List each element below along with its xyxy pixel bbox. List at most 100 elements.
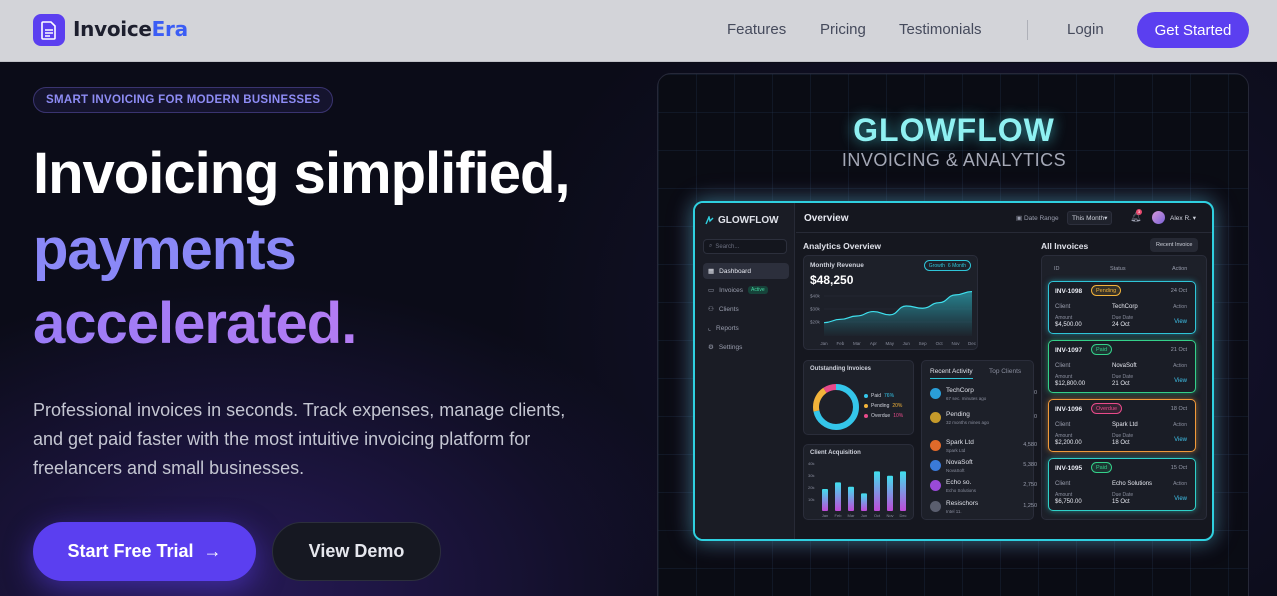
- activity-value: 0: [1033, 414, 1037, 420]
- table-header-status: Status: [1110, 266, 1126, 272]
- invoice-id: INV-1096: [1055, 406, 1083, 413]
- activity-row[interactable]: TechCorp 67 sec. minutes ago 0: [930, 387, 1037, 405]
- x-tick-label: Jan: [820, 341, 828, 346]
- nav-link-testimonials[interactable]: Testimonials: [899, 21, 982, 38]
- start-free-trial-button[interactable]: Start Free Trial →: [33, 522, 256, 581]
- invoice-date: 21 Oct: [1170, 347, 1187, 353]
- user-menu[interactable]: Alex R. ▾: [1170, 214, 1196, 222]
- activity-name: Pending: [946, 411, 970, 418]
- search-icon: ⌕: [709, 243, 713, 249]
- x-tick-label: Jun: [903, 341, 911, 346]
- dashboard-topbar: Overview ▣ Date Range This Month ▾ 🔔︎ 3 Al…: [796, 203, 1212, 233]
- y-tick-label: $20k: [810, 320, 821, 325]
- hero-section: SMART INVOICING FOR MODERN BUSINESSES In…: [0, 63, 1277, 596]
- activity-row[interactable]: Resischors Intel 11. 1,250: [930, 500, 1037, 518]
- tab-top-clients[interactable]: Top Clients: [989, 368, 1021, 375]
- y-tick-label: 20k: [808, 485, 814, 490]
- grid-icon: ▦: [708, 268, 715, 275]
- activity-row[interactable]: NovaSoft NovaSoft 5,380: [930, 459, 1037, 477]
- x-tick-label: May: [886, 341, 895, 346]
- action-label: Action: [1173, 363, 1187, 369]
- analytics-title: Analytics Overview: [803, 241, 881, 251]
- user-name: Alex R.: [1170, 215, 1191, 222]
- invoice-card[interactable]: INV-1096 Overdue 18 Oct Client Spark Ltd Amou…: [1048, 399, 1196, 452]
- login-link[interactable]: Login: [1067, 21, 1104, 38]
- nav-link-features[interactable]: Features: [727, 21, 786, 38]
- activity-row[interactable]: Pending 32 months mines ago 0: [930, 411, 1037, 429]
- sidebar-item-dashboard[interactable]: ▦ Dashboard: [703, 263, 789, 279]
- chevron-down-icon: ▾: [1104, 215, 1108, 222]
- client-name: Echo Solutions: [1112, 481, 1153, 487]
- activity-row[interactable]: Echo so. Echo Solutions 2,750: [930, 479, 1037, 497]
- sidebar-item-label: Invoices: [719, 286, 744, 294]
- users-icon: ⚇: [708, 306, 714, 313]
- invoice-card[interactable]: INV-1097 Paid 21 Oct Client NovaSoft Amount $1…: [1048, 340, 1196, 393]
- recent-invoice-button[interactable]: Recent Invoice: [1150, 238, 1199, 252]
- invoice-date: 18 Oct: [1170, 406, 1187, 412]
- client-acquisition-card: Client Acquisition 40k 30k 20k 10k Jan Feb Mar…: [803, 444, 914, 520]
- sidebar-item-invoices[interactable]: ▭ Invoices Active: [703, 282, 789, 298]
- view-link[interactable]: View: [1174, 319, 1187, 325]
- x-tick-label: Oct: [874, 513, 881, 518]
- donut-legend: Paid 76% Pending 20% Overdue 10%: [864, 391, 903, 421]
- table-header-id: ID: [1054, 266, 1060, 272]
- sidebar-item-settings[interactable]: ⚙ Settings: [703, 339, 789, 355]
- sidebar-item-clients[interactable]: ⚇ Clients: [703, 301, 789, 317]
- activity-name: NovaSoft: [946, 459, 973, 466]
- view-link[interactable]: View: [1174, 378, 1187, 384]
- hero-description: Professional invoices in seconds. Track …: [33, 400, 566, 478]
- activity-row[interactable]: Spark Ltd Spark Ltd 4,580: [930, 439, 1037, 457]
- legend-dot: [864, 404, 868, 408]
- nav-divider: [1027, 20, 1028, 40]
- acquisition-bar: [900, 471, 906, 511]
- action-label: Action: [1173, 304, 1187, 310]
- legend-item: Pending 20%: [864, 401, 903, 411]
- activity-subtitle: 32 months mines ago: [946, 420, 990, 425]
- activity-icon: [930, 501, 941, 512]
- x-tick-label: Jun: [861, 513, 867, 518]
- invoice-logo-icon[interactable]: [33, 14, 65, 46]
- dashboard-page-title: Overview: [804, 213, 849, 224]
- avatar[interactable]: [1152, 211, 1165, 224]
- client-label: Client: [1055, 363, 1071, 369]
- table-header-action: Action: [1172, 266, 1188, 272]
- due-date-value: 18 Oct: [1112, 440, 1130, 446]
- date-range-select[interactable]: This Month ▾: [1067, 211, 1113, 225]
- y-tick-label: 10k: [808, 497, 814, 502]
- all-invoices-panel: ID Status Action INV-1098 Pending 24 Oct Cl…: [1041, 255, 1207, 520]
- view-link[interactable]: View: [1174, 437, 1187, 443]
- invoice-date: 15 Oct: [1170, 465, 1187, 471]
- nav-link-pricing[interactable]: Pricing: [820, 21, 866, 38]
- y-tick-label: $30k: [810, 307, 821, 312]
- chevron-down-icon: ▾: [1192, 215, 1197, 222]
- view-demo-button[interactable]: View Demo: [272, 522, 441, 581]
- amount-label: Amount: [1055, 433, 1073, 439]
- legend-label: Paid: [871, 393, 882, 399]
- tab-recent-activity[interactable]: Recent Activity: [930, 368, 973, 379]
- monthly-revenue-card: Monthly Revenue $48,250 Growth 6 Month $4…: [803, 255, 978, 350]
- invoice-card[interactable]: INV-1095 Paid 15 Oct Client Echo Solutions Am…: [1048, 458, 1196, 511]
- status-badge: Paid: [1091, 462, 1113, 473]
- dashboard-mockup: GLOWFLOW ⌕ Search... ▦ Dashboard ▭ Invoices…: [693, 201, 1214, 541]
- activity-icon: [930, 388, 941, 399]
- get-started-button[interactable]: Get Started: [1137, 12, 1249, 48]
- legend-dot: [864, 414, 868, 418]
- sidebar-item-reports[interactable]: ⌞ Reports: [703, 320, 789, 336]
- invoice-card[interactable]: INV-1098 Pending 24 Oct Client TechCorp Amoun…: [1048, 281, 1196, 334]
- acquisition-bar: [848, 486, 854, 511]
- x-tick-label: Apr: [870, 341, 878, 346]
- legend-label: Pending: [871, 403, 890, 409]
- dashboard-search-input[interactable]: ⌕ Search...: [703, 239, 787, 254]
- legend-label: Overdue: [871, 413, 891, 419]
- bell-icon[interactable]: 🔔︎ 3: [1130, 209, 1142, 223]
- all-invoices-title: All Invoices: [1041, 241, 1089, 251]
- date-range-text: Date Range: [1023, 215, 1059, 222]
- activity-value: 4,580: [1023, 442, 1037, 448]
- invoice-date: 24 Oct: [1170, 288, 1187, 294]
- activity-value: 5,380: [1023, 462, 1037, 468]
- brand-name[interactable]: InvoiceEra: [73, 17, 188, 41]
- client-name: TechCorp: [1112, 304, 1138, 310]
- recent-activity-card: Recent Activity Top Clients TechCorp 67 s…: [921, 360, 1037, 520]
- view-link[interactable]: View: [1174, 496, 1187, 502]
- due-date-label: Due Date: [1112, 492, 1134, 498]
